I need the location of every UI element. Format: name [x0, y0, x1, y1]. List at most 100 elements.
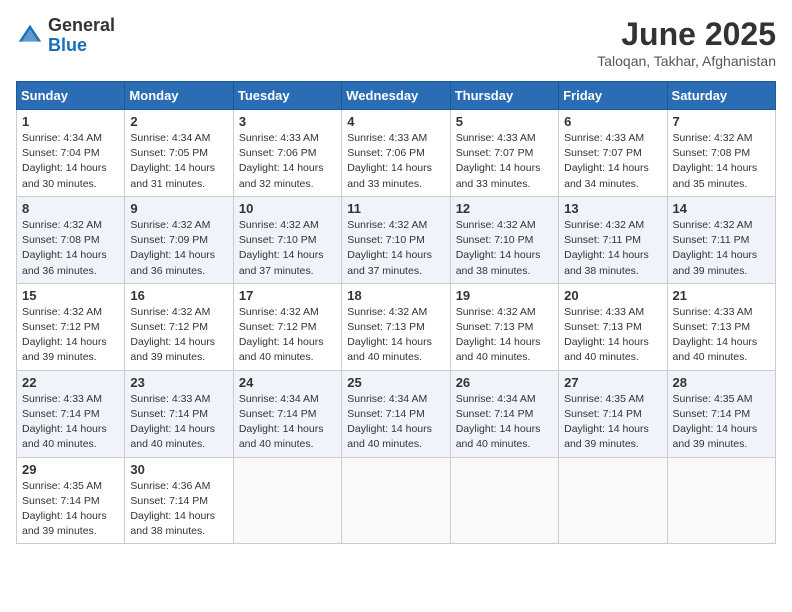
calendar-cell: 4 Sunrise: 4:33 AM Sunset: 7:06 PM Dayli…	[342, 110, 450, 197]
calendar-cell	[233, 457, 341, 544]
day-info: Sunrise: 4:35 AM Sunset: 7:14 PM Dayligh…	[673, 392, 770, 453]
sunset-label: Sunset: 7:14 PM	[22, 408, 100, 420]
weekday-header-row: SundayMondayTuesdayWednesdayThursdayFrid…	[17, 82, 776, 110]
calendar-cell: 15 Sunrise: 4:32 AM Sunset: 7:12 PM Dayl…	[17, 283, 125, 370]
day-number: 15	[22, 288, 119, 303]
sunrise-label: Sunrise: 4:35 AM	[22, 480, 102, 492]
sunset-label: Sunset: 7:11 PM	[673, 234, 750, 246]
day-info: Sunrise: 4:36 AM Sunset: 7:14 PM Dayligh…	[130, 479, 227, 540]
day-number: 11	[347, 201, 444, 216]
sunrise-label: Sunrise: 4:34 AM	[130, 132, 210, 144]
calendar-cell: 22 Sunrise: 4:33 AM Sunset: 7:14 PM Dayl…	[17, 370, 125, 457]
weekday-header: Wednesday	[342, 82, 450, 110]
sunrise-label: Sunrise: 4:32 AM	[673, 132, 753, 144]
sunrise-label: Sunrise: 4:32 AM	[130, 219, 210, 231]
calendar-cell: 13 Sunrise: 4:32 AM Sunset: 7:11 PM Dayl…	[559, 196, 667, 283]
day-number: 20	[564, 288, 661, 303]
sunset-label: Sunset: 7:13 PM	[456, 321, 534, 333]
daylight-label: Daylight: 14 hours and 39 minutes.	[673, 249, 758, 276]
sunrise-label: Sunrise: 4:32 AM	[130, 306, 210, 318]
sunset-label: Sunset: 7:14 PM	[239, 408, 317, 420]
sunrise-label: Sunrise: 4:33 AM	[130, 393, 210, 405]
calendar-cell: 20 Sunrise: 4:33 AM Sunset: 7:13 PM Dayl…	[559, 283, 667, 370]
sunrise-label: Sunrise: 4:34 AM	[456, 393, 536, 405]
sunrise-label: Sunrise: 4:32 AM	[456, 219, 536, 231]
calendar-cell: 28 Sunrise: 4:35 AM Sunset: 7:14 PM Dayl…	[667, 370, 775, 457]
month-title: June 2025	[597, 16, 776, 53]
calendar-cell: 9 Sunrise: 4:32 AM Sunset: 7:09 PM Dayli…	[125, 196, 233, 283]
calendar-cell: 8 Sunrise: 4:32 AM Sunset: 7:08 PM Dayli…	[17, 196, 125, 283]
weekday-header: Monday	[125, 82, 233, 110]
weekday-header: Sunday	[17, 82, 125, 110]
daylight-label: Daylight: 14 hours and 40 minutes.	[456, 336, 541, 363]
sunset-label: Sunset: 7:14 PM	[130, 408, 208, 420]
sunrise-label: Sunrise: 4:35 AM	[564, 393, 644, 405]
calendar-cell: 21 Sunrise: 4:33 AM Sunset: 7:13 PM Dayl…	[667, 283, 775, 370]
calendar-cell: 6 Sunrise: 4:33 AM Sunset: 7:07 PM Dayli…	[559, 110, 667, 197]
sunset-label: Sunset: 7:13 PM	[347, 321, 425, 333]
sunrise-label: Sunrise: 4:33 AM	[22, 393, 102, 405]
weekday-header: Saturday	[667, 82, 775, 110]
daylight-label: Daylight: 14 hours and 39 minutes.	[22, 510, 107, 537]
sunset-label: Sunset: 7:12 PM	[239, 321, 317, 333]
day-info: Sunrise: 4:33 AM Sunset: 7:14 PM Dayligh…	[22, 392, 119, 453]
sunrise-label: Sunrise: 4:33 AM	[673, 306, 753, 318]
day-number: 30	[130, 462, 227, 477]
daylight-label: Daylight: 14 hours and 39 minutes.	[673, 423, 758, 450]
daylight-label: Daylight: 14 hours and 36 minutes.	[22, 249, 107, 276]
day-number: 27	[564, 375, 661, 390]
sunset-label: Sunset: 7:14 PM	[456, 408, 534, 420]
calendar-cell: 17 Sunrise: 4:32 AM Sunset: 7:12 PM Dayl…	[233, 283, 341, 370]
day-info: Sunrise: 4:34 AM Sunset: 7:14 PM Dayligh…	[239, 392, 336, 453]
sunset-label: Sunset: 7:14 PM	[564, 408, 642, 420]
calendar-cell	[667, 457, 775, 544]
day-number: 13	[564, 201, 661, 216]
calendar-cell	[450, 457, 558, 544]
day-info: Sunrise: 4:32 AM Sunset: 7:12 PM Dayligh…	[22, 305, 119, 366]
sunrise-label: Sunrise: 4:34 AM	[239, 393, 319, 405]
sunset-label: Sunset: 7:14 PM	[347, 408, 425, 420]
daylight-label: Daylight: 14 hours and 40 minutes.	[456, 423, 541, 450]
day-info: Sunrise: 4:34 AM Sunset: 7:05 PM Dayligh…	[130, 131, 227, 192]
sunset-label: Sunset: 7:14 PM	[673, 408, 751, 420]
sunset-label: Sunset: 7:09 PM	[130, 234, 208, 246]
sunrise-label: Sunrise: 4:32 AM	[22, 306, 102, 318]
day-number: 6	[564, 114, 661, 129]
sunrise-label: Sunrise: 4:32 AM	[347, 219, 427, 231]
sunrise-label: Sunrise: 4:32 AM	[456, 306, 536, 318]
daylight-label: Daylight: 14 hours and 40 minutes.	[347, 336, 432, 363]
daylight-label: Daylight: 14 hours and 39 minutes.	[564, 423, 649, 450]
sunset-label: Sunset: 7:10 PM	[456, 234, 534, 246]
calendar-cell: 24 Sunrise: 4:34 AM Sunset: 7:14 PM Dayl…	[233, 370, 341, 457]
title-area: June 2025 Taloqan, Takhar, Afghanistan	[597, 16, 776, 69]
daylight-label: Daylight: 14 hours and 39 minutes.	[130, 336, 215, 363]
calendar-cell: 2 Sunrise: 4:34 AM Sunset: 7:05 PM Dayli…	[125, 110, 233, 197]
day-number: 10	[239, 201, 336, 216]
day-info: Sunrise: 4:33 AM Sunset: 7:13 PM Dayligh…	[673, 305, 770, 366]
day-number: 18	[347, 288, 444, 303]
day-info: Sunrise: 4:35 AM Sunset: 7:14 PM Dayligh…	[564, 392, 661, 453]
day-number: 14	[673, 201, 770, 216]
calendar-week-row: 1 Sunrise: 4:34 AM Sunset: 7:04 PM Dayli…	[17, 110, 776, 197]
sunset-label: Sunset: 7:06 PM	[239, 147, 317, 159]
daylight-label: Daylight: 14 hours and 35 minutes.	[673, 162, 758, 189]
day-info: Sunrise: 4:35 AM Sunset: 7:14 PM Dayligh…	[22, 479, 119, 540]
weekday-header: Tuesday	[233, 82, 341, 110]
day-number: 23	[130, 375, 227, 390]
daylight-label: Daylight: 14 hours and 40 minutes.	[239, 423, 324, 450]
calendar-cell: 7 Sunrise: 4:32 AM Sunset: 7:08 PM Dayli…	[667, 110, 775, 197]
calendar-week-row: 8 Sunrise: 4:32 AM Sunset: 7:08 PM Dayli…	[17, 196, 776, 283]
logo: General Blue	[16, 16, 115, 56]
day-info: Sunrise: 4:32 AM Sunset: 7:08 PM Dayligh…	[673, 131, 770, 192]
calendar-table: SundayMondayTuesdayWednesdayThursdayFrid…	[16, 81, 776, 544]
sunrise-label: Sunrise: 4:34 AM	[22, 132, 102, 144]
day-number: 21	[673, 288, 770, 303]
day-number: 5	[456, 114, 553, 129]
sunset-label: Sunset: 7:10 PM	[347, 234, 425, 246]
daylight-label: Daylight: 14 hours and 38 minutes.	[130, 510, 215, 537]
location-subtitle: Taloqan, Takhar, Afghanistan	[597, 53, 776, 69]
day-number: 4	[347, 114, 444, 129]
calendar-cell: 25 Sunrise: 4:34 AM Sunset: 7:14 PM Dayl…	[342, 370, 450, 457]
daylight-label: Daylight: 14 hours and 40 minutes.	[673, 336, 758, 363]
daylight-label: Daylight: 14 hours and 40 minutes.	[130, 423, 215, 450]
